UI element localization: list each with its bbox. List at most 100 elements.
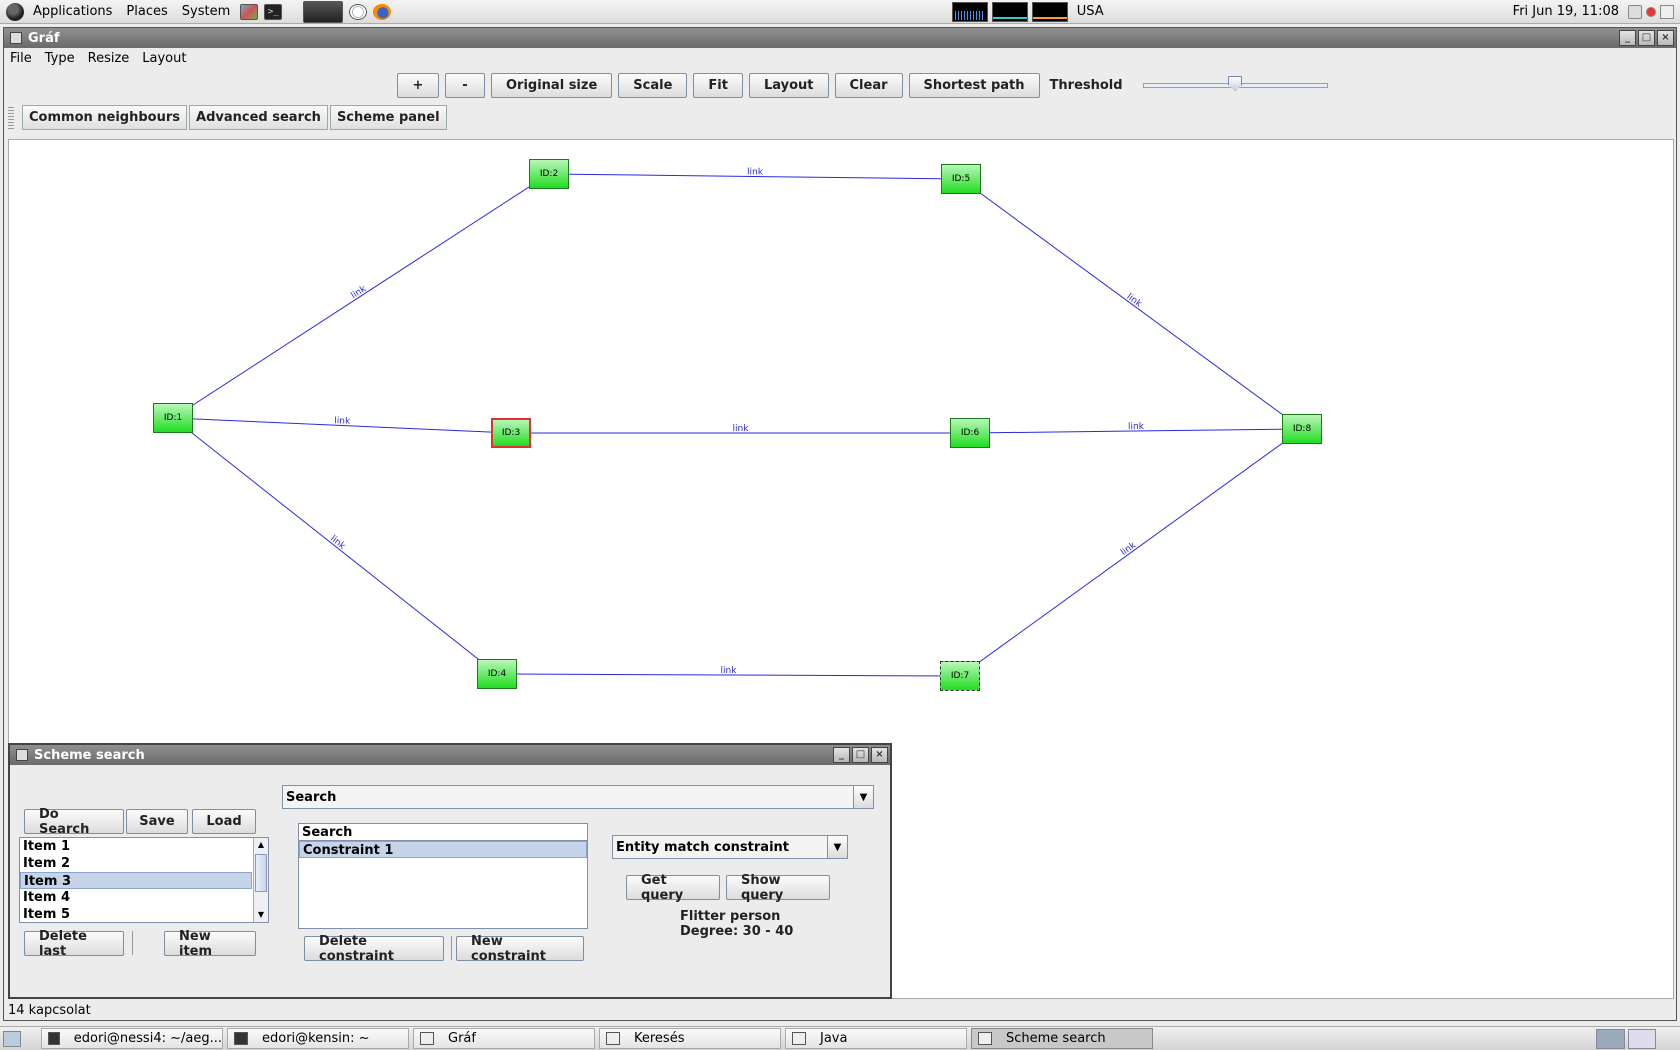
taskbar-item[interactable]: edori@nessi4: ~/aeg... [41,1028,223,1049]
list-item[interactable]: Item 4 [20,889,252,906]
get-query-button[interactable]: Get query [626,873,720,903]
taskbar-item-label: edori@nessi4: ~/aeg... [73,1031,222,1046]
constraint-type-value: Entity match constraint [616,839,789,855]
chevron-down-icon[interactable]: ▼ [853,786,873,808]
taskbar-item[interactable]: Java [785,1028,967,1049]
shortest-path-button[interactable]: Shortest path [908,72,1040,98]
clear-button[interactable]: Clear [834,72,903,98]
minimize-icon[interactable]: _ [1619,30,1636,46]
workspace-1[interactable] [1596,1028,1625,1049]
scroll-thumb[interactable] [255,854,267,892]
maximize-icon[interactable]: □ [852,747,869,763]
java-icon [420,1032,434,1045]
scroll-up-icon[interactable]: ▲ [254,838,268,852]
list-item[interactable]: Item 5 [20,906,252,923]
info-degree-range: Degree: 30 - 40 [680,924,794,939]
taskbar-item[interactable]: edori@kensin: ~ [227,1028,409,1049]
taskbar: edori@nessi4: ~/aeg... edori@kensin: ~ Grá… [0,1026,1680,1050]
taskbar-item-label: Gráf [448,1031,476,1046]
main-toolbar: + - Original size Scale Fit Layout Clear… [4,68,1676,102]
volume-icon[interactable] [1628,4,1642,19]
zoom-in-button[interactable]: + [397,72,439,98]
window-titlebar[interactable]: Gráf _ □ × [4,28,1676,48]
close-icon[interactable]: × [1657,30,1674,46]
delete-last-button[interactable]: Delete last [24,929,124,959]
clock[interactable]: Fri Jun 19, 11:08 [1506,4,1626,19]
new-item-button[interactable]: New item [164,929,256,959]
taskbar-item-label: edori@kensin: ~ [262,1031,370,1046]
chevron-down-icon[interactable]: ▼ [827,836,847,858]
threshold-slider[interactable] [1142,75,1328,95]
status-bar: 14 kapcsolat [8,1003,91,1018]
load-button[interactable]: Load [192,809,256,834]
search-combo[interactable]: Search ▼ [282,785,874,809]
delete-constraint-button[interactable]: Delete constraint [304,934,444,964]
firefox-launcher-icon[interactable] [373,3,392,20]
scale-button[interactable]: Scale [618,72,688,98]
layout-button[interactable]: Layout [748,72,829,98]
maximize-icon[interactable]: □ [1638,30,1655,46]
original-size-button[interactable]: Original size [491,72,613,98]
graph-node[interactable]: ID:5 [941,164,981,194]
constraint-type-combo[interactable]: Entity match constraint ▼ [612,835,848,859]
list-item[interactable]: Item 3 [20,872,252,889]
constraint-item[interactable]: Constraint 1 [299,841,587,858]
scroll-down-icon[interactable]: ▼ [254,908,268,922]
common-neighbours-button[interactable]: Common neighbours [22,104,188,130]
graph-node[interactable]: ID:8 [1282,414,1322,444]
graph-node[interactable]: ID:2 [529,159,569,189]
taskbar-item[interactable]: Keresés [599,1028,781,1049]
edge-label: link [328,534,347,552]
terminal-launcher-icon[interactable]: >_ [264,3,283,20]
gnome-foot-icon[interactable] [6,2,24,21]
menu-places[interactable]: Places [119,4,174,19]
menu-type[interactable]: Type [45,51,75,66]
menu-applications[interactable]: Applications [26,4,119,19]
menu-resize[interactable]: Resize [88,51,130,66]
graph-node[interactable]: ID:1 [153,403,193,433]
graph-node[interactable]: ID:4 [477,659,517,689]
show-query-button[interactable]: Show query [726,873,830,903]
fit-button[interactable]: Fit [693,72,743,98]
show-desktop-icon[interactable] [3,1030,21,1047]
constraint-list[interactable]: Search Constraint 1 [298,823,588,929]
item-list[interactable]: ▲ ▼ Item 1 Item 2 Item 3 Item 4 Item 5 [19,837,269,923]
keyboard-layout[interactable]: USA [1070,4,1111,19]
slider-thumb[interactable] [1228,76,1243,91]
quit-icon[interactable] [1646,6,1656,17]
do-search-button[interactable]: Do Search [24,807,124,837]
info-entity-type: Flitter person [680,909,781,924]
java-tray-icon[interactable] [1660,4,1674,19]
graph-node[interactable]: ID:6 [950,418,990,448]
workspace-switcher[interactable] [1596,1028,1656,1049]
taskbar-item-label: Scheme search [1006,1031,1106,1046]
menu-file[interactable]: File [10,51,32,66]
list-item[interactable]: Item 2 [20,855,252,872]
close-icon[interactable]: × [871,747,888,763]
edge-label: link [1128,422,1145,432]
monitor-launcher-icon[interactable] [240,3,259,20]
zoom-out-button[interactable]: - [445,72,485,98]
workspace-2[interactable] [1627,1028,1656,1049]
menu-system[interactable]: System [175,4,237,19]
minimize-icon[interactable]: _ [833,747,850,763]
graph-node[interactable]: ID:3 [491,418,531,448]
separator [132,931,133,955]
advanced-search-button[interactable]: Advanced search [189,104,328,130]
taskbar-item[interactable]: Scheme search [971,1028,1153,1049]
menu-layout[interactable]: Layout [142,51,186,66]
java-icon [606,1032,620,1045]
desktop-switcher-icon[interactable] [303,0,344,23]
save-button[interactable]: Save [126,809,188,834]
taskbar-item[interactable]: Gráf [413,1028,595,1049]
toolbar-grip[interactable] [8,105,14,129]
graph-node[interactable]: ID:7 [940,661,980,691]
search-combo-value: Search [286,789,337,805]
list-item[interactable]: Item 1 [20,838,252,855]
scheme-search-titlebar[interactable]: Scheme search _ □ × [10,745,890,765]
scheme-panel-button[interactable]: Scheme panel [329,104,447,130]
java-icon [978,1032,992,1045]
new-constraint-button[interactable]: New constraint [456,934,584,964]
clock-launcher-icon[interactable] [349,3,368,20]
item-list-scrollbar[interactable]: ▲ ▼ [253,838,268,922]
